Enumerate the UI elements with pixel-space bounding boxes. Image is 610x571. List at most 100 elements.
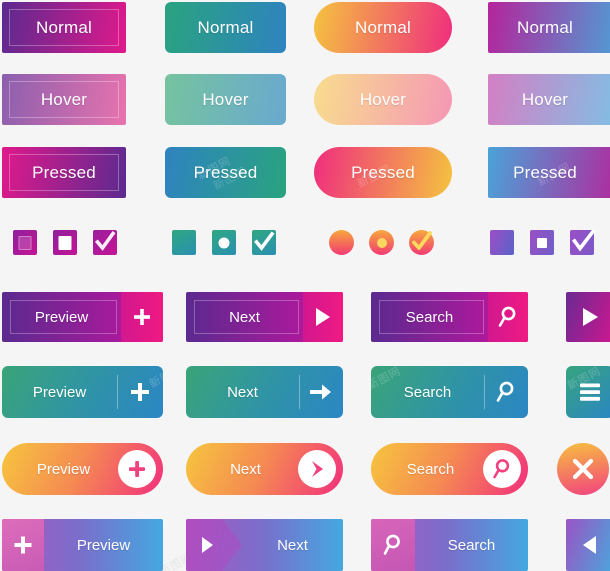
next-button-body: Next xyxy=(186,443,291,495)
close-icon xyxy=(572,458,594,480)
preview-button-body: Preview xyxy=(2,292,121,342)
search-button-orange[interactable]: Search xyxy=(371,443,528,495)
search-icon-slot[interactable] xyxy=(476,443,528,495)
icon-badge xyxy=(118,450,156,488)
plus-icon-slot[interactable] xyxy=(117,366,163,418)
next-button-body: Next xyxy=(242,519,343,571)
arrow-right-icon xyxy=(310,384,331,400)
check-icon xyxy=(94,230,116,251)
radio-filled-orange[interactable] xyxy=(329,230,354,255)
button-pressed-violet[interactable]: Pressed xyxy=(488,147,610,198)
filled-square-icon xyxy=(18,235,32,250)
search-button-teal[interactable]: Search xyxy=(371,366,528,418)
button-hover-orange[interactable]: Hover xyxy=(314,74,452,125)
arrow-right-icon-slot[interactable] xyxy=(299,366,343,418)
search-icon-slot[interactable] xyxy=(484,366,528,418)
search-button-body: Search xyxy=(371,366,484,418)
button-label: Pressed xyxy=(193,162,258,182)
button-normal-violet[interactable]: Normal xyxy=(488,2,610,53)
search-button-purple[interactable]: Search xyxy=(371,292,528,342)
checkbox-checked-teal[interactable] xyxy=(252,230,276,255)
next-button-body: Next xyxy=(186,366,299,418)
radio-selected-teal[interactable] xyxy=(212,230,236,255)
checkbox-checked-magenta[interactable] xyxy=(93,230,117,255)
button-pressed-teal[interactable]: Pressed xyxy=(165,147,286,198)
search-button-violet[interactable]: Search xyxy=(371,519,528,571)
next-button-violet[interactable]: Next xyxy=(186,519,343,571)
plus-icon xyxy=(131,383,149,401)
button-kit-canvas: Normal Hover Pressed Normal Hover Presse… xyxy=(0,0,610,571)
icon-badge xyxy=(298,450,336,488)
checkbox-empty-violet[interactable] xyxy=(530,230,554,255)
button-hover-teal[interactable]: Hover xyxy=(165,74,286,125)
chevron-right-icon-slot[interactable] xyxy=(291,443,343,495)
preview-button-purple[interactable]: Preview xyxy=(2,292,163,342)
button-pressed-orange[interactable]: Pressed xyxy=(314,147,452,198)
next-label: Next xyxy=(230,460,261,478)
next-button-teal[interactable]: Next xyxy=(186,366,343,418)
check-icon xyxy=(253,231,275,251)
filled-circle-icon xyxy=(218,237,230,248)
button-label: Pressed xyxy=(32,162,96,182)
play-icon-slot[interactable] xyxy=(186,519,242,571)
button-label: Hover xyxy=(202,89,249,109)
button-normal-purple[interactable]: Normal xyxy=(2,2,126,53)
plus-icon-slot[interactable] xyxy=(2,519,44,571)
divider xyxy=(117,375,118,409)
search-icon-slot[interactable] xyxy=(371,519,415,571)
checkbox-filled-magenta[interactable] xyxy=(13,230,37,255)
preview-label: Preview xyxy=(36,460,91,478)
play-icon-slot[interactable] xyxy=(303,292,343,342)
button-hover-purple[interactable]: Hover xyxy=(2,74,126,125)
back-button-violet[interactable] xyxy=(566,519,610,571)
search-button-body: Search xyxy=(371,443,476,495)
plus-icon-slot[interactable] xyxy=(121,292,163,342)
radio-selected-orange[interactable] xyxy=(369,230,394,255)
search-label: Search xyxy=(447,536,496,554)
chevron-right-icon xyxy=(312,461,323,477)
play-icon xyxy=(316,308,330,326)
button-label: Normal xyxy=(197,17,254,37)
checkbox-filled-violet[interactable] xyxy=(490,230,514,255)
icon-badge xyxy=(483,450,521,488)
preview-button-orange[interactable]: Preview xyxy=(2,443,163,495)
button-label: Pressed xyxy=(351,162,415,182)
plus-icon-slot[interactable] xyxy=(111,443,163,495)
search-icon xyxy=(496,381,514,402)
plus-icon xyxy=(14,536,32,554)
button-label: Hover xyxy=(521,89,569,109)
search-icon xyxy=(493,459,510,479)
dot-circle-icon xyxy=(376,237,387,248)
search-button-body: Search xyxy=(415,519,528,571)
next-button-orange[interactable]: Next xyxy=(186,443,343,495)
preview-label: Preview xyxy=(32,383,87,401)
checkbox-filled-teal[interactable] xyxy=(172,230,196,255)
checkbox-checked-violet[interactable] xyxy=(570,230,596,255)
search-icon-slot[interactable] xyxy=(488,292,528,342)
play-back-icon xyxy=(583,536,596,554)
menu-button-teal[interactable] xyxy=(566,366,610,418)
search-icon xyxy=(498,306,516,327)
preview-button-teal[interactable]: Preview xyxy=(2,366,163,418)
next-button-purple[interactable]: Next xyxy=(186,292,343,342)
play-button-purple[interactable] xyxy=(566,292,610,342)
button-hover-violet[interactable]: Hover xyxy=(488,74,610,125)
button-label: Normal xyxy=(517,17,573,37)
button-normal-teal[interactable]: Normal xyxy=(165,2,286,53)
empty-square-icon xyxy=(58,235,72,250)
button-label: Normal xyxy=(355,17,411,37)
hamburger-menu-icon xyxy=(580,383,600,401)
search-label: Search xyxy=(403,383,452,401)
next-label: Next xyxy=(229,308,260,326)
button-label: Pressed xyxy=(513,162,577,182)
radio-checked-orange[interactable] xyxy=(409,230,434,255)
close-button-orange[interactable] xyxy=(557,443,609,495)
search-button-body: Search xyxy=(371,292,488,342)
button-label: Normal xyxy=(36,17,92,37)
preview-button-violet[interactable]: Preview xyxy=(2,519,163,571)
play-icon xyxy=(202,537,213,553)
checkbox-empty-magenta[interactable] xyxy=(53,230,77,255)
button-normal-orange[interactable]: Normal xyxy=(314,2,452,53)
button-pressed-purple[interactable]: Pressed xyxy=(2,147,126,198)
preview-button-body: Preview xyxy=(2,366,117,418)
